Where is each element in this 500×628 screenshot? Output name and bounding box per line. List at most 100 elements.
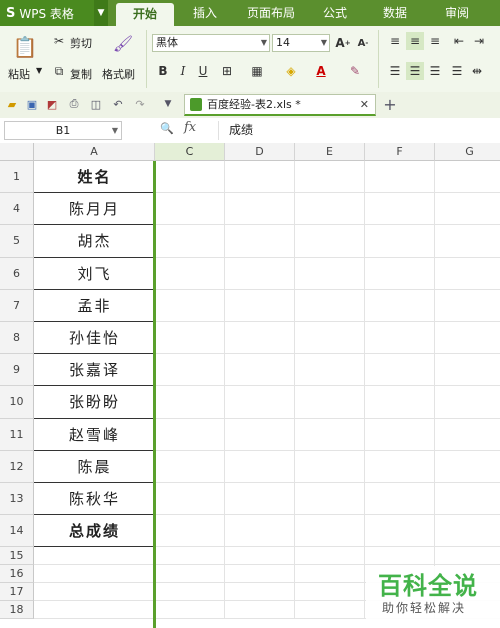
empty-cell[interactable] — [155, 161, 225, 194]
borders-icon[interactable]: ⊞ — [218, 62, 236, 80]
row-header[interactable]: 4 — [0, 193, 34, 226]
empty-cell[interactable] — [225, 386, 295, 419]
cut-icon[interactable]: ✂ — [50, 32, 68, 50]
empty-cell[interactable] — [155, 257, 225, 290]
empty-cell[interactable] — [155, 601, 225, 620]
empty-cell[interactable] — [435, 161, 500, 194]
column-header-d[interactable]: D — [225, 143, 295, 161]
copy-icon[interactable]: ⧉ — [50, 62, 68, 80]
cut-button[interactable]: 剪切 — [70, 35, 92, 51]
zoom-icon[interactable]: 🔍 — [160, 122, 176, 138]
bold-button[interactable]: B — [154, 62, 172, 80]
name-box[interactable]: B1 ▼ — [4, 121, 122, 140]
empty-cell[interactable] — [225, 601, 295, 620]
empty-cell[interactable] — [295, 483, 365, 516]
empty-cell[interactable] — [365, 515, 435, 548]
tab-data[interactable]: 数据 — [370, 0, 420, 26]
tab-insert[interactable]: 插入 — [180, 0, 230, 26]
name-cell[interactable]: 张盼盼 — [34, 386, 155, 419]
empty-cell[interactable] — [295, 161, 365, 194]
empty-cell[interactable] — [365, 225, 435, 258]
function-button[interactable]: fx — [184, 120, 196, 135]
empty-cell[interactable] — [295, 322, 365, 355]
row-header[interactable]: 1 — [0, 161, 34, 194]
empty-cell[interactable] — [295, 450, 365, 483]
empty-cell[interactable] — [225, 418, 295, 451]
empty-cell[interactable] — [155, 225, 225, 258]
row-header[interactable]: 15 — [0, 547, 34, 566]
empty-cell[interactable] — [155, 583, 225, 602]
empty-cell[interactable] — [295, 257, 365, 290]
name-cell[interactable]: 陈月月 — [34, 193, 155, 226]
empty-cell[interactable] — [435, 515, 500, 548]
column-header-c[interactable]: C — [155, 143, 225, 161]
row-header[interactable]: 10 — [0, 386, 34, 419]
print-preview-icon[interactable]: ◫ — [88, 96, 104, 112]
chevron-down-icon[interactable]: ▼ — [160, 96, 176, 112]
save-icon[interactable]: ▣ — [24, 96, 40, 112]
paste-button[interactable]: 粘贴 — [8, 66, 30, 82]
tab-page-layout[interactable]: 页面布局 — [238, 0, 304, 26]
justify-icon[interactable]: ☰ — [448, 62, 466, 80]
empty-cell[interactable] — [34, 601, 155, 620]
app-menu-dropdown[interactable]: ▼ — [94, 0, 108, 26]
name-cell[interactable]: 胡杰 — [34, 225, 155, 258]
row-header[interactable]: 17 — [0, 583, 34, 602]
empty-cell[interactable] — [435, 419, 500, 451]
empty-cell[interactable] — [155, 322, 225, 355]
redo-icon[interactable]: ↷ — [132, 96, 148, 112]
empty-cell[interactable] — [435, 354, 500, 387]
column-header-g[interactable]: G — [435, 143, 500, 161]
empty-cell[interactable] — [295, 565, 365, 584]
empty-cell[interactable] — [295, 354, 365, 387]
empty-cell[interactable] — [34, 565, 155, 584]
empty-cell[interactable] — [435, 225, 500, 258]
open-folder-icon[interactable]: ▰ — [4, 96, 20, 112]
empty-cell[interactable] — [435, 483, 500, 516]
close-icon[interactable]: ✕ — [360, 95, 369, 114]
paste-icon[interactable]: 📋 — [12, 34, 38, 60]
empty-cell[interactable] — [435, 451, 500, 483]
empty-cell[interactable] — [365, 161, 435, 194]
empty-cell[interactable] — [295, 515, 365, 548]
indent-increase-icon[interactable]: ⇥ — [470, 32, 488, 50]
document-tab[interactable]: 百度经验-表2.xls * ✕ — [184, 94, 376, 116]
row-header[interactable]: 18 — [0, 601, 34, 620]
align-right-icon[interactable]: ☰ — [426, 62, 444, 80]
empty-cell[interactable] — [225, 289, 295, 322]
align-bottom-icon[interactable]: ≡ — [426, 32, 444, 50]
empty-cell[interactable] — [365, 322, 435, 355]
name-cell[interactable]: 孙佳怡 — [34, 322, 155, 355]
empty-cell[interactable] — [365, 354, 435, 387]
empty-cell[interactable] — [295, 289, 365, 322]
column-header-a[interactable]: A — [34, 143, 155, 161]
empty-cell[interactable] — [155, 515, 225, 548]
empty-cell[interactable] — [155, 193, 225, 226]
empty-cell[interactable] — [155, 289, 225, 322]
empty-cell[interactable] — [225, 257, 295, 290]
empty-cell[interactable] — [295, 225, 365, 258]
new-tab-plus-icon[interactable]: + — [382, 95, 398, 114]
align-left-icon[interactable]: ☰ — [386, 62, 404, 80]
name-cell[interactable]: 姓名 — [34, 161, 155, 194]
empty-cell[interactable] — [155, 547, 225, 566]
align-center-icon[interactable]: ☰ — [406, 62, 424, 80]
name-cell[interactable]: 刘飞 — [34, 258, 155, 290]
tab-review[interactable]: 审阅 — [432, 0, 482, 26]
empty-cell[interactable] — [365, 418, 435, 451]
app-menu-button[interactable]: S WPS 表格 — [0, 0, 94, 26]
empty-cell[interactable] — [295, 193, 365, 226]
empty-cell[interactable] — [225, 515, 295, 548]
empty-cell[interactable] — [365, 289, 435, 322]
empty-cell[interactable] — [435, 258, 500, 290]
distribute-icon[interactable]: ⇹ — [468, 62, 486, 80]
format-painter-icon[interactable]: 🖌 — [112, 32, 134, 54]
row-header[interactable]: 14 — [0, 515, 34, 548]
empty-cell[interactable] — [365, 547, 435, 566]
column-header-e[interactable]: E — [295, 143, 365, 161]
empty-cell[interactable] — [225, 565, 295, 584]
empty-cell[interactable] — [225, 193, 295, 226]
row-header[interactable]: 6 — [0, 257, 34, 290]
name-cell[interactable]: 陈秋华 — [34, 483, 155, 516]
empty-cell[interactable] — [225, 354, 295, 387]
